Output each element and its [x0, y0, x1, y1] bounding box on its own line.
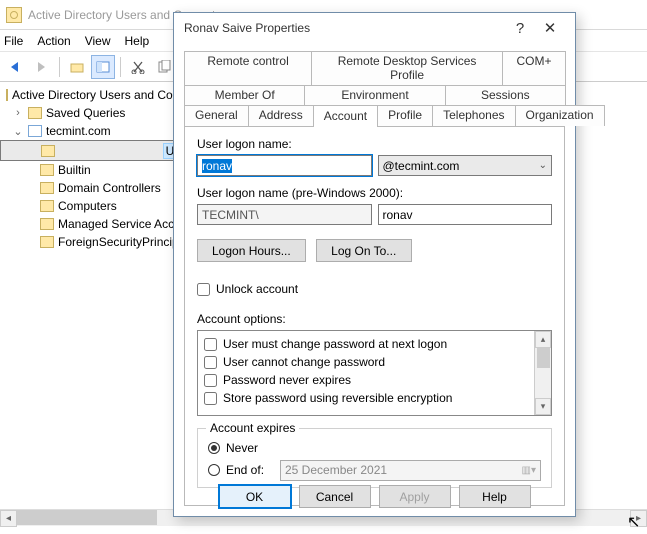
up-button[interactable] [65, 55, 89, 79]
account-options-label: Account options: [197, 312, 552, 326]
apply-button[interactable]: Apply [379, 485, 451, 508]
pre2000-user-input[interactable] [378, 204, 553, 225]
logon-suffix-select[interactable]: @tecmint.com ⌄ [378, 155, 553, 176]
account-expires-group: Account expires Never End of: 25 Decembe… [197, 428, 552, 488]
dialog-body: Remote control Remote Desktop Services P… [184, 51, 565, 474]
chevron-down-icon: ⌄ [539, 160, 547, 171]
folder-icon [6, 89, 8, 101]
dialog-help-button[interactable]: ? [505, 20, 535, 37]
folder-icon [40, 182, 54, 194]
pre2000-domain-input [197, 204, 372, 225]
folder-icon [40, 236, 54, 248]
menu-file[interactable]: File [4, 34, 23, 48]
pre2000-label: User logon name (pre-Windows 2000): [197, 186, 552, 200]
menu-action[interactable]: Action [37, 34, 70, 48]
tab-member-of[interactable]: Member Of [184, 85, 305, 105]
scroll-thumb[interactable] [17, 510, 157, 525]
tab-strip: Remote control Remote Desktop Services P… [184, 51, 565, 506]
tab-account[interactable]: Account [313, 105, 378, 127]
toolbar-separator [120, 57, 121, 77]
menu-help[interactable]: Help [125, 34, 150, 48]
tab-profile[interactable]: Profile [377, 105, 433, 126]
tab-organization[interactable]: Organization [515, 105, 605, 126]
tab-com-plus[interactable]: COM+ [502, 51, 566, 85]
opt-label: Store password using reversible encrypti… [223, 391, 452, 405]
cut-button[interactable] [126, 55, 150, 79]
domain-icon [28, 125, 42, 137]
cancel-button[interactable]: Cancel [299, 485, 371, 508]
nav-forward-button[interactable] [30, 55, 54, 79]
collapse-icon[interactable]: ⌄ [12, 125, 24, 138]
opt-label: Password never expires [223, 373, 351, 387]
tree-label: Computers [58, 199, 117, 213]
opt-label: User must change password at next logon [223, 337, 447, 351]
tab-environment[interactable]: Environment [304, 85, 445, 105]
scroll-left-button[interactable]: ◂ [0, 510, 17, 527]
expires-endof-label: End of: [226, 463, 274, 477]
logon-name-input[interactable] [197, 155, 372, 176]
calendar-dropdown-icon: ▥▾ [522, 465, 536, 476]
tab-general[interactable]: General [184, 105, 249, 126]
unlock-account-checkbox[interactable] [197, 283, 210, 296]
scroll-thumb[interactable] [537, 348, 550, 368]
expires-date-value: 25 December 2021 [285, 463, 387, 477]
expires-never-radio[interactable]: Never [208, 439, 541, 457]
logon-to-button[interactable]: Log On To... [316, 239, 412, 262]
expires-endof-radio[interactable]: End of: 25 December 2021 ▥▾ [208, 461, 541, 479]
logon-hours-button[interactable]: Logon Hours... [197, 239, 306, 262]
logon-suffix-value: @tecmint.com [383, 159, 460, 173]
expires-never-label: Never [226, 441, 258, 455]
tree-label: Domain Controllers [58, 181, 161, 195]
toolbar-separator [59, 57, 60, 77]
logon-name-label: User logon name: [197, 137, 552, 151]
dialog-close-button[interactable]: ✕ [535, 19, 565, 37]
show-hide-tree-button[interactable] [91, 55, 115, 79]
tab-rds-profile[interactable]: Remote Desktop Services Profile [311, 51, 503, 85]
opt-never-expires-checkbox[interactable] [204, 374, 217, 387]
options-scrollbar[interactable]: ▴ ▾ [534, 331, 551, 415]
folder-icon [40, 200, 54, 212]
radio-icon [208, 464, 220, 476]
tab-content-account: User logon name: @tecmint.com ⌄ User log… [184, 126, 565, 506]
account-expires-legend: Account expires [206, 421, 299, 435]
folder-icon [41, 145, 55, 157]
app-icon [6, 7, 22, 23]
folder-icon [40, 164, 54, 176]
menu-view[interactable]: View [85, 34, 111, 48]
ok-button[interactable]: OK [219, 485, 291, 508]
folder-icon [40, 218, 54, 230]
aduc-window: Active Directory Users and Computers Fil… [0, 0, 647, 534]
account-options-listbox[interactable]: User must change password at next logon … [197, 330, 552, 416]
tab-remote-control[interactable]: Remote control [184, 51, 312, 85]
tree-label: Builtin [58, 163, 91, 177]
dialog-footer: OK Cancel Apply Help [174, 485, 575, 508]
cursor-icon: ↖ [627, 512, 640, 532]
tab-address[interactable]: Address [248, 105, 314, 126]
opt-reversible-enc-checkbox[interactable] [204, 392, 217, 405]
dialog-titlebar[interactable]: Ronav Saive Properties ? ✕ [174, 13, 575, 43]
help-button[interactable]: Help [459, 485, 531, 508]
opt-label: User cannot change password [223, 355, 385, 369]
scroll-down-button[interactable]: ▾ [535, 398, 551, 415]
folder-icon [28, 107, 42, 119]
unlock-account-label: Unlock account [216, 282, 298, 296]
tab-telephones[interactable]: Telephones [432, 105, 515, 126]
opt-cannot-change-checkbox[interactable] [204, 356, 217, 369]
scroll-up-button[interactable]: ▴ [535, 331, 551, 348]
expand-icon[interactable]: › [12, 107, 24, 119]
nav-back-button[interactable] [4, 55, 28, 79]
radio-icon [208, 442, 220, 454]
tree-label: tecmint.com [46, 124, 111, 138]
tab-sessions[interactable]: Sessions [445, 85, 566, 105]
opt-change-password-checkbox[interactable] [204, 338, 217, 351]
dialog-title: Ronav Saive Properties [184, 21, 310, 35]
tree-label: Saved Queries [46, 106, 125, 120]
properties-dialog: Ronav Saive Properties ? ✕ Remote contro… [173, 12, 576, 517]
expires-date-picker[interactable]: 25 December 2021 ▥▾ [280, 460, 541, 481]
